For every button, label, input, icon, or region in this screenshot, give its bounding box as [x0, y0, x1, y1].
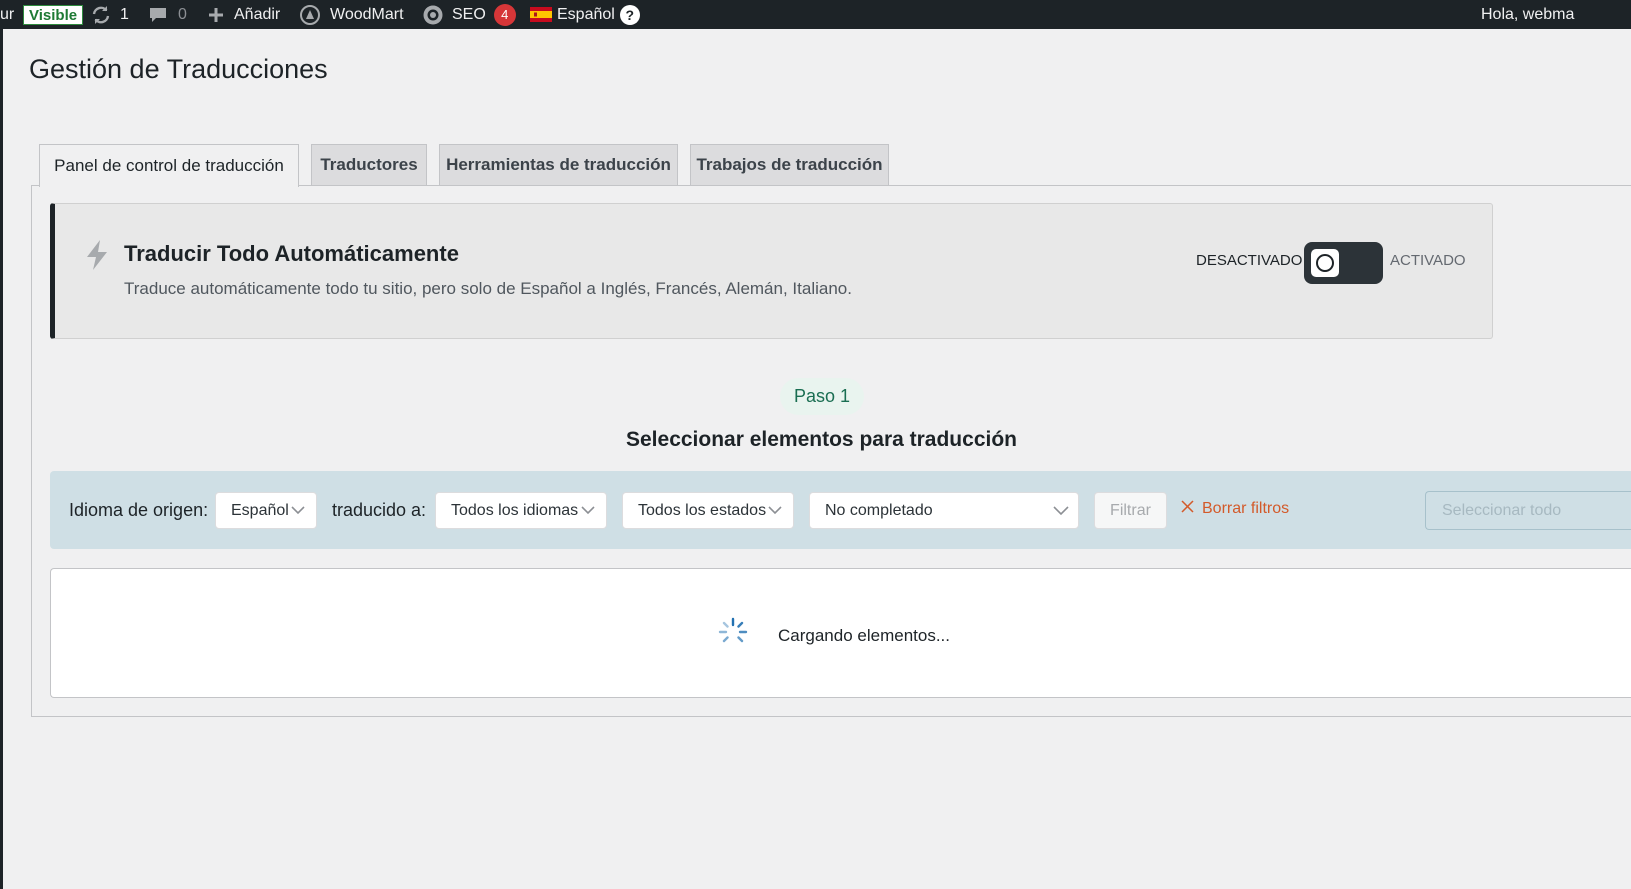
tab-translators[interactable]: Traductores	[311, 144, 427, 185]
greeting-label: Hola, webma	[1481, 5, 1575, 23]
chevron-down-icon	[767, 502, 783, 523]
updates-count: 1	[120, 5, 129, 23]
add-new-label: Añadir	[234, 5, 281, 23]
tab-translation-jobs[interactable]: Trabajos de traducción	[690, 144, 889, 185]
loading-spinner-icon	[717, 616, 749, 653]
comments-count: 0	[178, 5, 187, 23]
seo-menu[interactable]: SEO 4	[422, 0, 516, 29]
clear-filters-label: Borrar filtros	[1202, 500, 1290, 517]
auto-translate-card	[50, 203, 1493, 339]
page-title: Gestión de Traducciones	[29, 54, 328, 84]
spain-flag-icon	[530, 7, 552, 22]
updates-icon	[90, 4, 112, 26]
seo-gear-icon	[422, 4, 444, 26]
visibility-badge[interactable]: Visible	[23, 0, 84, 29]
target-language-label: traducido a:	[332, 500, 427, 520]
source-language-label: Idioma de origen:	[69, 500, 209, 520]
language-switcher[interactable]: Español ?	[530, 0, 640, 29]
add-new-menu[interactable]: Añadir	[207, 0, 280, 29]
step-pill: Paso 1	[780, 378, 864, 415]
step-title: Seleccionar elementos para traducción	[626, 428, 1017, 451]
help-icon: ?	[619, 4, 640, 25]
completion-select[interactable]: No completado	[809, 492, 1079, 529]
target-language-value: Todos los idiomas	[451, 501, 579, 519]
clear-filters-button[interactable]: Borrar filtros	[1181, 500, 1289, 518]
source-language-value: Español	[231, 501, 289, 519]
chevron-down-icon	[580, 502, 596, 523]
woodmart-menu[interactable]: WoodMart	[299, 0, 404, 29]
tab-translation-dashboard[interactable]: Panel de control de traducción	[39, 144, 299, 187]
chevron-down-icon	[1052, 502, 1070, 523]
seo-label: SEO	[452, 5, 486, 23]
auto-translate-description: Traduce automáticamente todo tu sitio, p…	[124, 279, 852, 298]
status-select[interactable]: Todos los estados	[622, 492, 794, 529]
visible-badge-label: Visible	[23, 4, 84, 25]
my-account-menu[interactable]: Hola, webma	[1481, 0, 1574, 29]
admin-menu-edge	[0, 29, 3, 889]
close-icon	[1181, 500, 1194, 518]
admin-bar: ur Visible 1 0 Añadir WoodMart SEO 4 Esp…	[0, 0, 1631, 29]
woodmart-icon	[299, 4, 321, 26]
toggle-off-label: DESACTIVADO	[1196, 252, 1303, 269]
select-all-button[interactable]: Seleccionar todo	[1425, 491, 1631, 530]
plus-icon	[207, 6, 225, 24]
filter-button[interactable]: Filtrar	[1094, 492, 1167, 529]
language-label: Español	[557, 5, 615, 23]
seo-notification-badge: 4	[493, 3, 516, 26]
comment-icon	[148, 5, 168, 25]
woodmart-label: WoodMart	[330, 5, 404, 23]
target-language-select[interactable]: Todos los idiomas	[435, 492, 607, 529]
auto-translate-toggle[interactable]	[1304, 242, 1383, 284]
status-value: Todos los estados	[638, 501, 767, 519]
updates-menu[interactable]: 1	[90, 0, 129, 29]
completion-value: No completado	[825, 501, 933, 519]
tab-translation-tools[interactable]: Herramientas de traducción	[439, 144, 678, 185]
auto-translate-title: Traducir Todo Automáticamente	[124, 241, 459, 266]
toggle-on-label: ACTIVADO	[1390, 252, 1466, 269]
bolt-icon	[85, 240, 109, 275]
chevron-down-icon	[290, 502, 306, 523]
source-language-select[interactable]: Español	[215, 492, 317, 529]
comments-menu[interactable]: 0	[148, 0, 187, 29]
admin-bar-site-name[interactable]: ur	[0, 0, 14, 29]
site-name-partial: ur	[0, 5, 15, 23]
toggle-knob	[1311, 249, 1339, 277]
loading-text: Cargando elementos...	[778, 626, 950, 645]
toggle-off-indicator-icon	[1316, 254, 1334, 272]
